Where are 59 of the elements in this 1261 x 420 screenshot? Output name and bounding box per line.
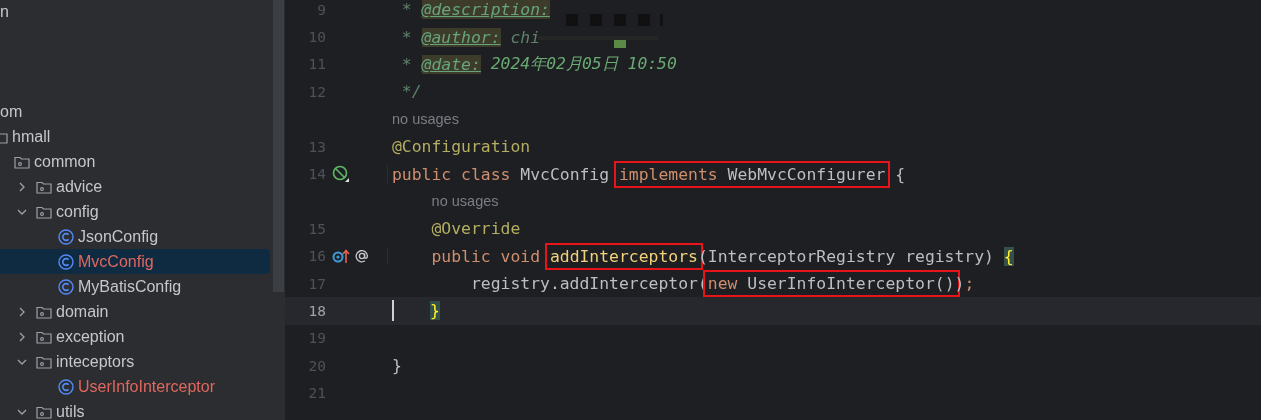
code-token: { bbox=[1003, 246, 1014, 266]
usage-hint[interactable]: no usages bbox=[431, 193, 499, 210]
folder-icon bbox=[36, 354, 52, 369]
tree-item[interactable]: MvcConfig bbox=[0, 249, 270, 274]
code-token: new bbox=[707, 274, 739, 294]
code-comment: @author: bbox=[421, 27, 501, 47]
folder-icon bbox=[36, 204, 52, 219]
tree-item[interactable]: hmall bbox=[0, 124, 270, 149]
tree-item[interactable]: inteceptors bbox=[0, 349, 270, 374]
bean-icon bbox=[332, 165, 350, 184]
code-token: ) bbox=[954, 274, 965, 294]
text-caret bbox=[392, 300, 394, 322]
folder-icon bbox=[36, 404, 52, 419]
code-token: WebMvcConfigurer bbox=[727, 164, 886, 184]
tree-item[interactable]: domain bbox=[0, 299, 270, 324]
folder-icon bbox=[36, 179, 52, 194]
folder-icon bbox=[36, 329, 52, 344]
code-comment: */ bbox=[400, 82, 422, 102]
code-comment: * bbox=[400, 27, 413, 47]
tree-item[interactable]: UserInfoInterceptor bbox=[0, 374, 270, 399]
tree-item[interactable]: JsonConfig bbox=[0, 224, 270, 249]
usage-hint[interactable]: no usages bbox=[392, 111, 459, 128]
class-icon bbox=[58, 378, 74, 395]
code-token: public void bbox=[430, 246, 542, 266]
code-comment: @date: bbox=[421, 54, 481, 74]
folder-icon bbox=[36, 304, 52, 319]
code-token: { bbox=[894, 164, 906, 184]
code-token: addInterceptors bbox=[549, 246, 698, 266]
code-token: ; bbox=[964, 274, 975, 294]
code-token: @Override bbox=[430, 219, 521, 239]
tree-item[interactable]: om bbox=[0, 99, 270, 124]
code-comment: @description: bbox=[421, 0, 550, 20]
folder-icon bbox=[14, 154, 30, 169]
code-token: } bbox=[430, 301, 440, 321]
tree-item[interactable]: MyBatisConfig bbox=[0, 274, 270, 299]
tree-item[interactable]: advice bbox=[0, 174, 270, 199]
class-icon bbox=[58, 228, 74, 245]
code-comment: 2024年02月05日 10:50 bbox=[489, 53, 677, 76]
code-token: @Configuration bbox=[392, 137, 531, 157]
override-icon bbox=[332, 247, 350, 266]
code-comment: * bbox=[400, 0, 413, 20]
code-token: MvcConfig bbox=[520, 164, 611, 184]
tree-item[interactable]: config bbox=[0, 199, 270, 224]
tree-item[interactable]: utils bbox=[0, 399, 270, 420]
tree-item[interactable]: n bbox=[0, 0, 270, 24]
line-number: 18 bbox=[307, 303, 326, 319]
at-sign-icon bbox=[354, 248, 370, 265]
code-comment: chi bbox=[509, 27, 541, 47]
code-comment: * bbox=[400, 54, 413, 74]
code-token: } bbox=[392, 356, 402, 376]
tree-item[interactable]: common bbox=[0, 149, 270, 174]
tree-item[interactable]: exception bbox=[0, 324, 270, 349]
code-token: UserInfoInterceptor() bbox=[747, 274, 955, 294]
class-icon bbox=[58, 278, 74, 295]
class-icon bbox=[58, 253, 74, 270]
code-token: implements bbox=[619, 164, 719, 184]
code-token: public class bbox=[392, 164, 512, 184]
scrollbar-thumb[interactable] bbox=[273, 0, 284, 292]
code-token: registry.addInterceptor( bbox=[469, 274, 708, 294]
